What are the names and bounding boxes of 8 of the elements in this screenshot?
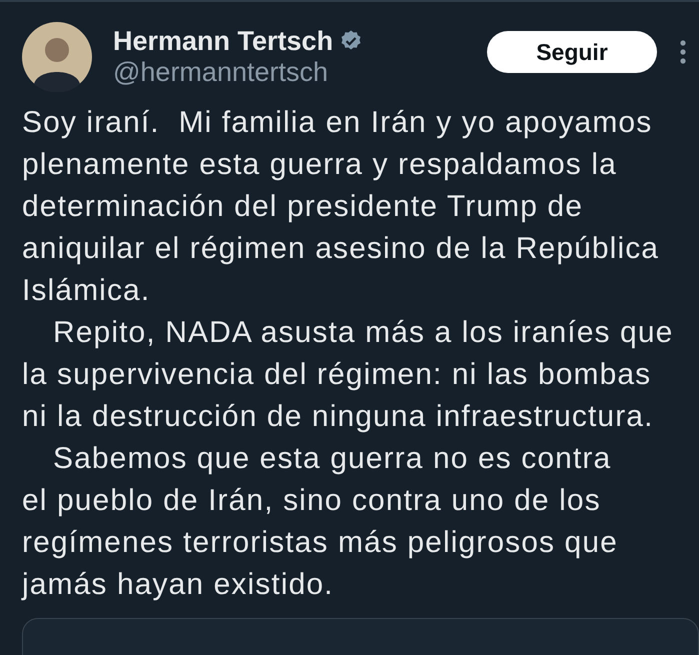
tweet-paragraph: Soy iraní. Mi familia en Irán y yo apoyamos plenamente esta guerra y respaldamos la determinación del presidente Trump de aniquilar el régimen asesino de la República Islámica. [22, 105, 660, 309]
tweet-paragraph: Sabemos que esta guerra no es contra el pueblo de Irán, sino contra uno de los regímenes terroristas más peligrosos que jamás hayan existido. [22, 441, 618, 603]
tweet-paragraph: Repito, NADA asusta más a los iraníes que la supervivencia del régimen: ni las bombas ni la destrucción de ninguna infraestructura. [22, 315, 674, 435]
more-options-icon[interactable] [679, 39, 687, 65]
author-name[interactable]: Hermann Tertsch [113, 26, 334, 56]
follow-button[interactable]: Seguir [487, 31, 657, 73]
avatar[interactable] [22, 22, 92, 92]
author-handle[interactable]: @hermanntertsch [113, 56, 364, 88]
